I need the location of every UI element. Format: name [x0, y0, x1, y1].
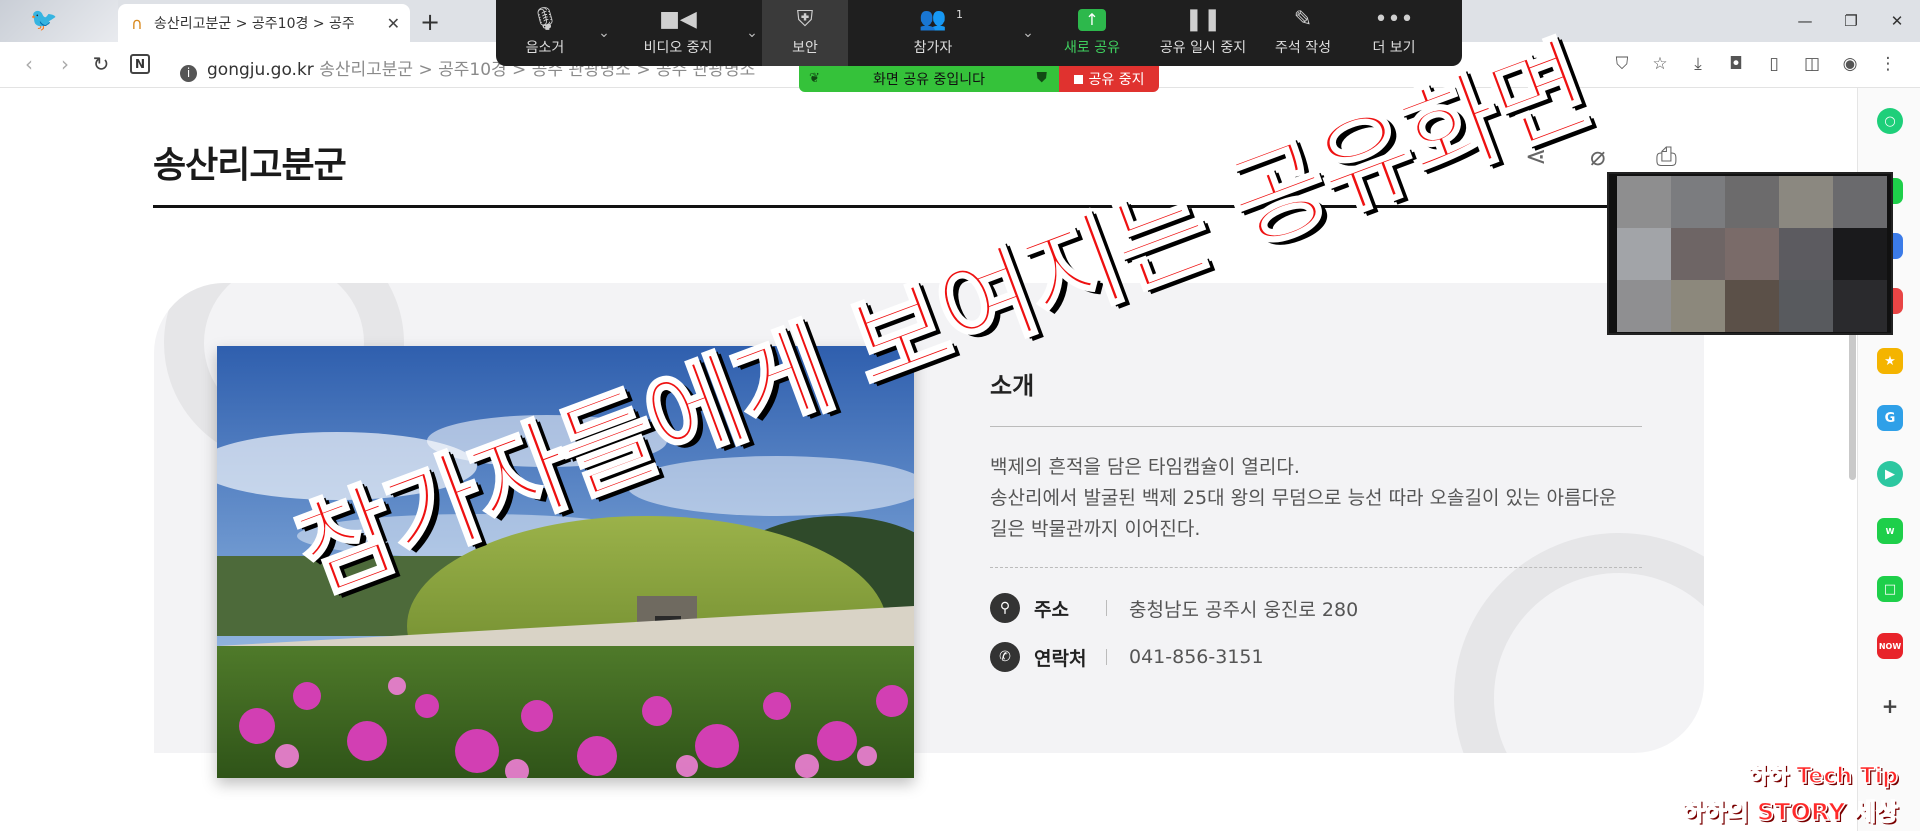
separator: [1106, 649, 1107, 665]
download-icon[interactable]: ⤓: [1686, 52, 1710, 76]
new-share-label: 새로 공유: [1064, 40, 1120, 56]
square-icon[interactable]: □: [1877, 576, 1903, 602]
annotate-label: 주석 작성: [1275, 40, 1331, 56]
description: 백제의 흔적을 담은 타임캡슐이 열리다. 송산리에서 발굴된 백제 25대 왕…: [990, 452, 1642, 545]
description-line: 송산리에서 발굴된 백제 25대 왕의 무덤으로 능선 따라 오솔길이 있는 아…: [990, 487, 1617, 509]
title-divider: [153, 205, 1693, 208]
info-icon[interactable]: i: [180, 65, 197, 82]
phone-label: 연락처: [1034, 647, 1087, 670]
mute-label: 음소거: [525, 40, 565, 56]
video-options-caret[interactable]: ⌄: [742, 0, 762, 66]
close-tab-icon[interactable]: ✕: [387, 14, 400, 33]
more-dots-icon: •••: [1374, 7, 1414, 32]
new-tab-button[interactable]: +: [420, 8, 440, 36]
browser-tools: ⛉ ☆ ⤓ ◘ ▯ ◫ ◉ ⋮: [1610, 52, 1900, 76]
tab-twitter[interactable]: 🐦: [0, 0, 118, 42]
annotate-button[interactable]: ✎ 주석 작성: [1260, 0, 1346, 66]
microphone-icon: 🎙: [531, 7, 559, 32]
url-domain: gongju.go.kr: [207, 60, 314, 80]
security-shield-icon: ⛨: [796, 7, 814, 32]
reader-icon[interactable]: ▯: [1762, 52, 1786, 76]
naver-icon[interactable]: N: [130, 54, 150, 74]
translate-icon[interactable]: G: [1877, 405, 1903, 431]
restore-icon[interactable]: ❐: [1828, 6, 1874, 36]
tab-title: 송산리고분군 > 공주10경 > 공주: [154, 16, 355, 32]
audio-options-caret[interactable]: ⌄: [594, 0, 614, 66]
security-label: 보안: [792, 40, 818, 56]
address-value: 충청남도 공주시 웅진로 280: [1129, 598, 1359, 621]
pause-share-label: 공유 일시 중지: [1159, 40, 1247, 56]
stop-video-button[interactable]: ■◀ 비디오 중지: [614, 0, 742, 66]
sharing-banner[interactable]: ❦ 화면 공유 중입니다 ⛊: [799, 66, 1059, 92]
location-pin-icon: ⚲: [990, 593, 1020, 623]
circle-icon[interactable]: ○: [1877, 108, 1903, 134]
decor-circle: [1454, 533, 1704, 753]
participant-video[interactable]: [1607, 172, 1893, 335]
reload-button[interactable]: ↻: [88, 52, 114, 76]
mute-button[interactable]: 🎙 음소거: [496, 0, 594, 66]
participants-label: 참가자: [913, 40, 953, 56]
split-view-icon[interactable]: ◫: [1800, 52, 1824, 76]
pencil-icon: ✎: [1293, 7, 1313, 32]
participants-button[interactable]: 👥 참가자 1: [848, 0, 1018, 66]
play-icon[interactable]: ▶: [1877, 461, 1903, 487]
tab-active[interactable]: ∩ 송산리고분군 > 공주10경 > 공주 ✕: [118, 4, 410, 42]
description-line: 백제의 흔적을 담은 타임캡슐이 열리다.: [990, 456, 1300, 478]
phone-icon: ✆: [990, 642, 1020, 672]
pause-icon: ❚❚: [1184, 7, 1222, 32]
video-camera-icon: ■◀: [659, 7, 697, 32]
site-favicon-icon: ∩: [131, 13, 143, 33]
plus-icon[interactable]: +: [1877, 693, 1903, 719]
dashed-divider: [990, 567, 1642, 568]
camera-icon[interactable]: ◘: [1724, 52, 1748, 76]
webtoon-icon[interactable]: W: [1877, 518, 1903, 544]
close-window-icon[interactable]: ✕: [1874, 6, 1920, 36]
window-controls: — ❐ ✕: [1782, 6, 1920, 36]
twitter-icon: 🐦: [30, 8, 58, 33]
leaf-icon: ❦: [809, 71, 820, 86]
participants-icon: 👥: [919, 7, 947, 32]
description-line: 길은 박물관까지 이어진다.: [990, 518, 1201, 540]
phone-value[interactable]: 041-856-3151: [1129, 646, 1264, 668]
address-label: 주소: [1034, 598, 1069, 621]
stop-share-button[interactable]: 공유 중지: [1059, 66, 1159, 92]
security-button[interactable]: ⛨ 보안: [762, 0, 848, 66]
participants-count: 1: [956, 8, 963, 21]
address-row: ⚲ 주소 충청남도 공주시 웅진로 280: [990, 593, 1358, 623]
menu-icon[interactable]: ⋮: [1876, 52, 1900, 76]
separator: [1106, 600, 1107, 616]
minimize-icon[interactable]: —: [1782, 6, 1828, 36]
watermark-line2: 하하의 STORY 세상: [1682, 797, 1899, 827]
back-button[interactable]: ‹: [16, 52, 42, 76]
section-heading: 소개: [990, 372, 1035, 400]
forward-button[interactable]: ›: [52, 52, 78, 76]
stop-share-label: 공유 중지: [1088, 72, 1145, 88]
zoom-toolbar: 🎙 음소거 ⌄ ■◀ 비디오 중지 ⌄ ⛨ 보안 👥 참가자 1 ⌄ ↑ 새로 …: [496, 0, 1462, 66]
shield-icon[interactable]: ⛉: [1610, 52, 1634, 76]
new-share-button[interactable]: ↑ 새로 공유: [1038, 0, 1146, 66]
page-title: 송산리고분군: [153, 145, 347, 186]
now-icon[interactable]: NOW: [1877, 633, 1903, 659]
stop-square-icon: [1073, 74, 1083, 84]
phone-row: ✆ 연락처 041-856-3151: [990, 642, 1264, 672]
share-up-arrow-icon: ↑: [1078, 9, 1106, 31]
sharing-banner-text: 화면 공유 중입니다: [873, 72, 985, 88]
verified-shield-icon: ⛊: [1036, 70, 1048, 86]
bookmark-star-icon[interactable]: ☆: [1648, 52, 1672, 76]
watermark-line1: 하하 Tech Tip: [1747, 763, 1898, 790]
video-label: 비디오 중지: [643, 40, 713, 56]
print-icon[interactable]: ⎙: [1656, 142, 1677, 173]
blurred-video-feed: [1617, 176, 1887, 332]
star-icon[interactable]: ★: [1877, 348, 1903, 374]
pause-share-button[interactable]: ❚❚ 공유 일시 중지: [1146, 0, 1260, 66]
participants-options-caret[interactable]: ⌄: [1018, 0, 1038, 66]
section-divider: [990, 426, 1642, 427]
profile-icon[interactable]: ◉: [1838, 52, 1862, 76]
